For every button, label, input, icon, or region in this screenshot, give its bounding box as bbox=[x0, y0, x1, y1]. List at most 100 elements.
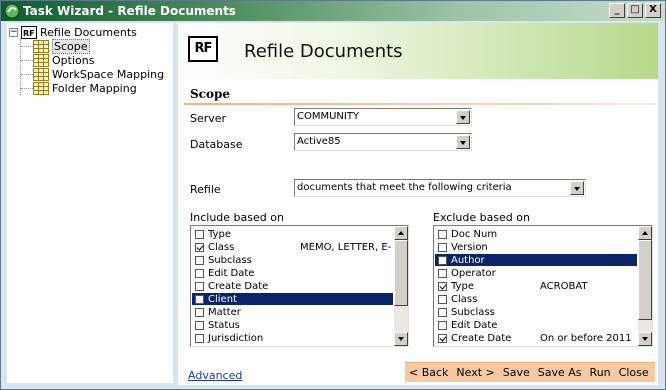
list-item-label: Edit Date bbox=[208, 267, 255, 279]
list-item[interactable]: Operator bbox=[435, 267, 637, 279]
list-item[interactable]: Subclass bbox=[192, 254, 393, 266]
scroll-down-icon[interactable] bbox=[394, 332, 408, 346]
checkbox[interactable] bbox=[438, 229, 447, 239]
checkbox[interactable] bbox=[195, 281, 204, 291]
include-list[interactable]: Type Class MEMO, LETTER, E- Subclass Edi… bbox=[190, 225, 409, 347]
list-item-label: Class bbox=[208, 241, 235, 253]
list-item-label: Author bbox=[451, 254, 485, 266]
checkbox[interactable] bbox=[438, 242, 447, 252]
tree-connector bbox=[20, 39, 21, 95]
run-button[interactable]: Run bbox=[586, 366, 615, 379]
list-item-label: Version bbox=[451, 241, 488, 253]
scroll-up-icon[interactable] bbox=[394, 226, 408, 240]
scroll-thumb[interactable] bbox=[394, 240, 408, 306]
list-item[interactable]: Create Date On or before 2011 bbox=[435, 332, 637, 344]
minimize-button[interactable]: _ bbox=[609, 3, 625, 18]
list-item-label: Status bbox=[208, 319, 240, 331]
tree-root-label: Refile Documents bbox=[40, 25, 137, 39]
scroll-down-icon[interactable] bbox=[638, 332, 652, 346]
collapse-icon[interactable]: − bbox=[9, 27, 18, 37]
checkbox[interactable] bbox=[438, 255, 447, 265]
checkbox[interactable] bbox=[438, 333, 447, 343]
checkbox[interactable] bbox=[195, 268, 204, 278]
tree-item-workspace-mapping[interactable]: WorkSpace Mapping bbox=[33, 67, 164, 81]
maximize-button[interactable]: □ bbox=[627, 3, 643, 18]
database-label: Database bbox=[190, 138, 243, 151]
exclude-label: Exclude based on bbox=[433, 211, 530, 224]
checkbox[interactable] bbox=[195, 242, 204, 252]
chevron-down-icon[interactable] bbox=[456, 110, 470, 124]
title-bar[interactable]: Task Wizard - Refile Documents _ □ X bbox=[1, 1, 665, 21]
next-button[interactable]: Next > bbox=[452, 366, 498, 379]
tree-root[interactable]: − RF Refile Documents bbox=[9, 25, 137, 39]
checkbox[interactable] bbox=[438, 294, 447, 304]
list-item-label: Matter bbox=[208, 306, 241, 318]
exclude-scrollbar[interactable] bbox=[638, 226, 652, 346]
tree-item-folder-mapping[interactable]: Folder Mapping bbox=[33, 81, 137, 95]
tree-item-label: WorkSpace Mapping bbox=[52, 67, 165, 81]
checkbox[interactable] bbox=[195, 255, 204, 265]
checkbox[interactable] bbox=[438, 307, 447, 317]
list-item[interactable]: Type ACROBAT bbox=[435, 280, 637, 292]
checkbox[interactable] bbox=[438, 281, 447, 291]
list-item[interactable]: Edit Date bbox=[192, 267, 393, 279]
list-item[interactable]: Class MEMO, LETTER, E- bbox=[192, 241, 393, 253]
list-item-label: Operator bbox=[451, 267, 496, 279]
tree-connector bbox=[21, 60, 33, 61]
back-button[interactable]: < Back bbox=[405, 366, 452, 379]
list-item[interactable]: Version bbox=[435, 241, 637, 253]
list-item[interactable]: Author bbox=[435, 254, 637, 266]
list-item-label: Subclass bbox=[451, 306, 495, 318]
list-item[interactable]: Client bbox=[192, 293, 393, 305]
list-item[interactable]: Class bbox=[435, 293, 637, 305]
checkbox[interactable] bbox=[438, 320, 447, 330]
checkbox[interactable] bbox=[195, 229, 204, 239]
list-item[interactable]: Jurisdiction bbox=[192, 332, 393, 344]
list-item-value: ACROBAT bbox=[540, 280, 588, 292]
tree-item-label: Options bbox=[52, 53, 95, 67]
checkbox[interactable] bbox=[195, 333, 204, 343]
checkbox[interactable] bbox=[195, 307, 204, 317]
chevron-down-icon[interactable] bbox=[456, 135, 470, 149]
save-as-button[interactable]: Save As bbox=[534, 366, 586, 379]
include-scrollbar[interactable] bbox=[394, 226, 408, 346]
list-item-label: Type bbox=[451, 280, 474, 292]
grid-icon bbox=[33, 53, 49, 67]
checkbox[interactable] bbox=[438, 268, 447, 278]
chevron-down-icon[interactable] bbox=[570, 181, 584, 195]
server-select[interactable]: COMMUNITY bbox=[294, 108, 472, 126]
checkbox[interactable] bbox=[195, 294, 204, 304]
list-item-label: Class bbox=[451, 293, 478, 305]
save-button[interactable]: Save bbox=[499, 366, 534, 379]
close-wizard-button[interactable]: Close bbox=[615, 366, 653, 379]
grid-icon bbox=[33, 67, 49, 81]
list-item[interactable]: Type bbox=[192, 228, 393, 240]
grid-icon bbox=[33, 81, 49, 95]
list-item[interactable]: Doc Num bbox=[435, 228, 637, 240]
checkbox[interactable] bbox=[195, 320, 204, 330]
scroll-up-icon[interactable] bbox=[638, 226, 652, 240]
exclude-list[interactable]: Doc Num Version Author Operator Type ACR… bbox=[433, 225, 653, 347]
list-item[interactable]: Matter bbox=[192, 306, 393, 318]
list-item-value: On or before 2011 bbox=[540, 332, 632, 344]
tree-item-options[interactable]: Options bbox=[33, 53, 94, 67]
list-item[interactable]: Create Date bbox=[192, 280, 393, 292]
wizard-action-bar: < Back Next > Save Save As Run Close bbox=[405, 362, 655, 382]
database-select[interactable]: Active85 bbox=[294, 133, 472, 151]
list-item[interactable]: Edit Date bbox=[435, 319, 637, 331]
refile-select[interactable]: documents that meet the following criter… bbox=[294, 179, 586, 197]
list-item[interactable]: Subclass bbox=[435, 306, 637, 318]
panel-title: Refile Documents bbox=[244, 41, 403, 62]
wizard-tree: − RF Refile Documents Scope Options Work… bbox=[7, 23, 173, 383]
list-item-value: MEMO, LETTER, E- bbox=[300, 241, 392, 253]
scroll-thumb[interactable] bbox=[638, 240, 652, 320]
app-icon bbox=[4, 3, 20, 19]
tree-connector bbox=[21, 46, 33, 47]
refile-logo: RF bbox=[188, 36, 218, 62]
close-button[interactable]: X bbox=[645, 3, 661, 18]
tree-item-scope[interactable]: Scope bbox=[33, 38, 90, 54]
list-item[interactable]: Status bbox=[192, 319, 393, 331]
tree-item-label: Folder Mapping bbox=[52, 81, 137, 95]
list-item-label: Create Date bbox=[208, 280, 269, 292]
advanced-link[interactable]: Advanced bbox=[188, 369, 242, 382]
